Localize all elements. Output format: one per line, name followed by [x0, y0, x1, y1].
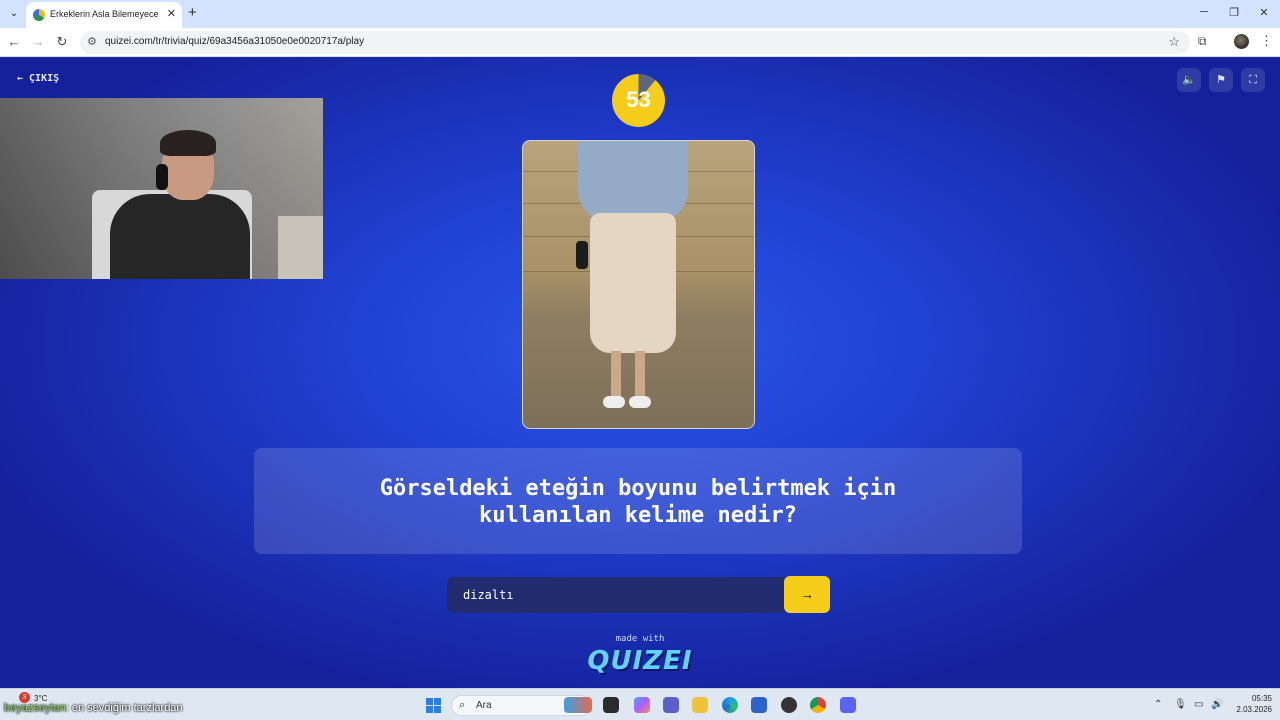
- reload-icon[interactable]: ↻: [53, 34, 71, 50]
- sound-icon[interactable]: 🔈: [1177, 68, 1201, 92]
- discord-icon[interactable]: [840, 697, 856, 713]
- browser-tab-active[interactable]: Erkeklerin Asla Bilemeyeceği Şe ✕: [26, 2, 182, 28]
- minimize-icon[interactable]: ─: [1194, 6, 1214, 18]
- quizei-favicon-icon: [33, 9, 45, 21]
- photo-shoe: [629, 396, 651, 408]
- address-bar[interactable]: ⚙ quizei.com/tr/trivia/quiz/69a3456a3105…: [80, 31, 1190, 54]
- question-image: [522, 140, 755, 429]
- volume-icon[interactable]: 🔊: [1211, 699, 1223, 710]
- forward-icon[interactable]: →: [29, 34, 47, 50]
- task-view-icon[interactable]: [603, 697, 619, 713]
- search-icon: ⌕: [459, 699, 466, 711]
- exit-label: ÇIKIŞ: [29, 73, 60, 84]
- search-label: Ara: [476, 700, 492, 711]
- tab-list-icon[interactable]: ⌄: [6, 6, 22, 22]
- quizei-logo[interactable]: QUIZEI: [0, 646, 1280, 676]
- copilot-icon[interactable]: [634, 697, 650, 713]
- network-icon[interactable]: ▭: [1194, 699, 1203, 710]
- teams-icon[interactable]: [663, 697, 679, 713]
- chrome-icon[interactable]: [810, 697, 826, 713]
- tab-title: Erkeklerin Asla Bilemeyeceği Şe: [50, 9, 158, 19]
- answer-input[interactable]: [447, 577, 787, 613]
- photo-shoe: [603, 396, 625, 408]
- windows-taskbar: 3 3°C beyazseytan: en sevdiğim tarzlarda…: [0, 688, 1280, 720]
- submit-button[interactable]: →: [784, 576, 830, 613]
- window-close-icon[interactable]: ✕: [1254, 6, 1274, 19]
- arrow-right-icon: →: [800, 586, 814, 602]
- close-icon[interactable]: ✕: [167, 7, 176, 20]
- question-text: Görseldeki eteğin boyunu belirtmek için …: [379, 476, 897, 528]
- headset-icon: [156, 164, 168, 190]
- flag-icon[interactable]: ⚑: [1209, 68, 1233, 92]
- edge-icon[interactable]: [722, 697, 738, 713]
- made-with-label: made with: [615, 634, 665, 644]
- chat-message: : en sevdiğim tarzlardan: [65, 702, 183, 714]
- obs-icon[interactable]: [781, 697, 797, 713]
- clock-date: 2.03.2026: [1236, 705, 1272, 714]
- photo-bag: [576, 241, 588, 269]
- extensions-icon[interactable]: ⧉: [1198, 34, 1207, 49]
- photo-leg: [635, 351, 645, 401]
- browser-tab-strip: ⌄ Erkeklerin Asla Bilemeyeceği Şe ✕ + ─ …: [0, 0, 1280, 28]
- url-text[interactable]: quizei.com/tr/trivia/quiz/69a3456a31050e…: [105, 36, 364, 47]
- back-icon[interactable]: ←: [5, 34, 23, 50]
- question-card: Görseldeki eteğin boyunu belirtmek için …: [254, 448, 1022, 554]
- widgets-icon[interactable]: [564, 697, 592, 713]
- windows-icon[interactable]: [426, 698, 441, 713]
- tray-chevron-icon[interactable]: ⌃: [1154, 699, 1162, 710]
- webcam-overlay: [0, 98, 323, 279]
- store-icon[interactable]: [751, 697, 767, 713]
- file-explorer-icon[interactable]: [692, 697, 708, 713]
- restore-icon[interactable]: ❐: [1224, 6, 1244, 19]
- webcam-person-body: [110, 194, 250, 279]
- timer-value: 53: [626, 87, 651, 112]
- webcam-person-hair: [160, 130, 216, 156]
- photo-leg: [611, 351, 621, 401]
- microphone-icon[interactable]: 🎙: [1174, 699, 1187, 710]
- plus-icon[interactable]: +: [188, 5, 197, 21]
- countdown-timer: 53: [612, 74, 665, 127]
- star-icon[interactable]: ☆: [1168, 34, 1180, 50]
- system-clock[interactable]: 05:35 2.03.2026: [1228, 693, 1272, 715]
- photo-skirt: [590, 213, 676, 353]
- fullscreen-icon[interactable]: ⛶: [1241, 68, 1265, 92]
- photo-shirt: [578, 141, 688, 221]
- chat-username: beyazseytan: [4, 702, 66, 714]
- browser-toolbar: ← → ↻ ⚙ quizei.com/tr/trivia/quiz/69a345…: [0, 28, 1280, 57]
- webcam-shelf: [278, 216, 323, 279]
- profile-avatar[interactable]: [1234, 34, 1249, 49]
- chat-ticker: beyazseytan: en sevdiğim tarzlardan: [4, 702, 183, 714]
- exit-button[interactable]: ← ÇIKIŞ: [17, 73, 59, 84]
- arrow-left-icon: ←: [17, 73, 24, 84]
- more-icon[interactable]: ⋮: [1260, 33, 1273, 49]
- clock-time: 05:35: [1251, 694, 1272, 703]
- site-info-icon[interactable]: ⚙: [87, 35, 97, 48]
